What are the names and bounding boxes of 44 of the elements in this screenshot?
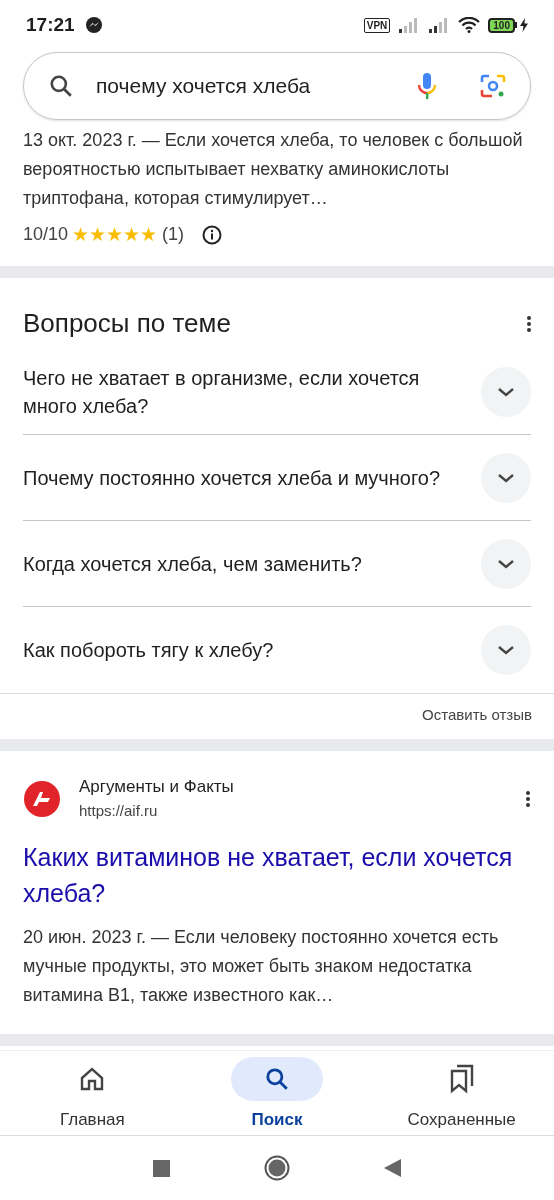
star-icon: ★ [140,225,158,244]
nav-tab[interactable]: Главная [0,1051,185,1135]
rating-score: 10/10 [23,223,69,246]
star-icon: ★ [123,225,141,244]
more-options-icon[interactable] [526,314,532,333]
home-button[interactable] [264,1155,290,1181]
back-button[interactable] [384,1159,401,1177]
result-snippet: 20 июн. 2023 г. — Если человеку постоянно хочется есть мучные продукты, это может быть знаком недостатка витамина B1, также известного как… [23,925,500,1007]
star-icon: ★ [106,225,124,244]
rating-count: (1) [162,223,185,246]
search-icon [48,73,74,99]
expand-icon [481,538,531,589]
more-options-icon[interactable] [525,789,531,808]
nav-tab[interactable]: Поиск [184,1051,370,1135]
microphone-icon[interactable] [416,71,438,101]
star-icon: ★ [89,225,107,244]
question-item[interactable]: Как побороть тягу к хлебу? [23,607,531,693]
site-url: https://aif.ru [79,800,159,821]
charging-icon [520,18,528,32]
site-name: Аргументы и Факты [79,775,235,798]
question-item[interactable]: Почему постоянно хочется хлеба и мучного? [23,435,531,521]
vpn-badge: VPN [363,17,391,33]
expand-icon [481,625,531,675]
wifi-icon [458,17,481,33]
feedback-link[interactable]: Оставить отзыв [422,704,532,727]
recents-button[interactable] [153,1159,170,1177]
result-snippet: 13 окт. 2023 г. — Если хочется хлеба, то человек с большой вероятностью испытывает нехватку аминокислоты триптофана, которая стимулирует… [23,129,524,210]
clock-time: 17:21 [26,12,75,37]
section-title: Вопросы по теме [23,307,231,340]
result-title-link[interactable]: Каких витаминов не хватает, если хочется хлеба? [23,838,531,911]
question-item[interactable]: Когда хочется хлеба, чем заменить? [23,521,531,607]
site-logo-icon [23,779,61,818]
info-icon[interactable] [202,224,223,245]
home-icon [79,1066,106,1092]
question-item[interactable]: Чего не хватает в организме, если хочется много хлеба? [23,349,531,435]
camera-icon[interactable] [480,73,506,99]
expand-icon [481,452,531,503]
messenger-icon [84,16,103,34]
expand-icon [481,366,531,417]
nav-tab[interactable]: Сохраненные [369,1051,554,1135]
star-icon: ★ [72,225,90,244]
battery-indicator: 100 [488,17,515,33]
bookmarks-icon [448,1064,475,1094]
search-icon [264,1066,290,1092]
